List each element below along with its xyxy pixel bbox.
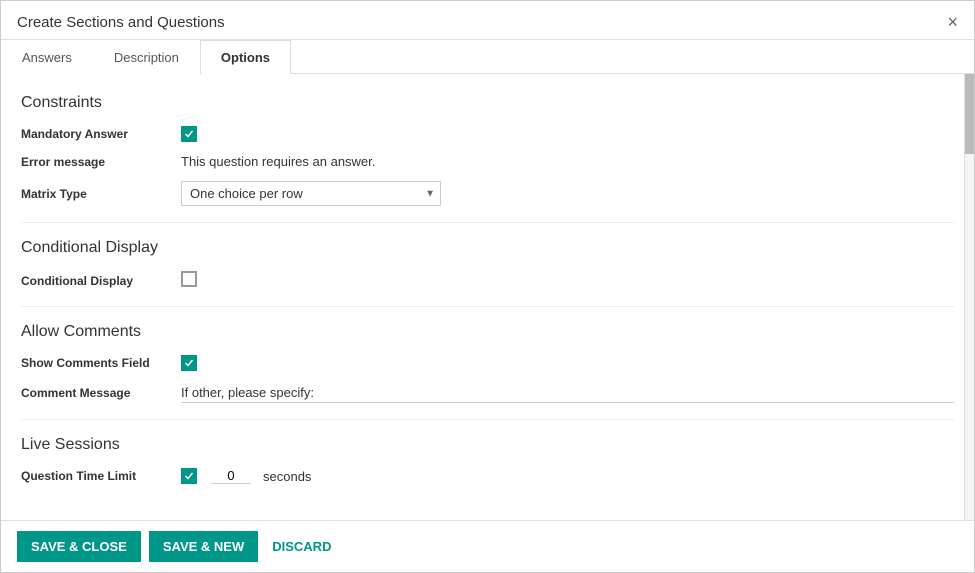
conditional-display-section: Conditional Display Conditional Display: [21, 239, 954, 290]
save-close-button[interactable]: SAVE & CLOSE: [17, 531, 141, 562]
comment-message-row: Comment Message: [21, 383, 954, 403]
comment-message-value: [181, 383, 954, 403]
matrix-type-row: Matrix Type One choice per row One choic…: [21, 181, 954, 206]
time-limit-checkbox[interactable]: [181, 468, 197, 484]
mandatory-answer-value: [181, 126, 954, 142]
conditional-display-row: Conditional Display: [21, 271, 954, 290]
save-new-button[interactable]: SAVE & NEW: [149, 531, 258, 562]
close-button[interactable]: ×: [947, 13, 958, 31]
tab-answers[interactable]: Answers: [1, 40, 93, 74]
conditional-display-label: Conditional Display: [21, 274, 181, 288]
matrix-type-value: One choice per row One choice per column…: [181, 181, 954, 206]
live-sessions-title: Live Sessions: [21, 436, 954, 454]
time-limit-label: Question Time Limit: [21, 469, 181, 483]
comment-message-label: Comment Message: [21, 386, 181, 400]
conditional-display-title: Conditional Display: [21, 239, 954, 257]
time-limit-input[interactable]: [211, 468, 251, 484]
allow-comments-title: Allow Comments: [21, 323, 954, 341]
time-limit-value: seconds: [181, 468, 954, 484]
discard-button[interactable]: DISCARD: [266, 531, 337, 562]
modal-footer: SAVE & CLOSE SAVE & NEW DISCARD: [1, 520, 974, 572]
scrollbar-thumb[interactable]: [965, 74, 974, 154]
show-comments-row: Show Comments Field: [21, 355, 954, 371]
seconds-label: seconds: [263, 469, 311, 484]
show-comments-checkbox[interactable]: [181, 355, 197, 371]
live-sessions-section: Live Sessions Question Time Limit second…: [21, 436, 954, 484]
mandatory-answer-row: Mandatory Answer: [21, 126, 954, 142]
modal-body: Constraints Mandatory Answer Error messa…: [1, 74, 974, 520]
modal-title: Create Sections and Questions: [17, 14, 225, 31]
create-sections-modal: Create Sections and Questions × Answers …: [0, 0, 975, 573]
error-message-label: Error message: [21, 155, 181, 169]
matrix-type-label: Matrix Type: [21, 187, 181, 201]
tab-options[interactable]: Options: [200, 40, 291, 74]
error-message-value: This question requires an answer.: [181, 154, 954, 169]
divider-3: [21, 419, 954, 420]
mandatory-answer-label: Mandatory Answer: [21, 127, 181, 141]
conditional-display-value: [181, 271, 954, 290]
time-limit-row: Question Time Limit seconds: [21, 468, 954, 484]
allow-comments-section: Allow Comments Show Comments Field Comme…: [21, 323, 954, 403]
conditional-display-checkbox[interactable]: [181, 271, 197, 287]
divider-1: [21, 222, 954, 223]
comment-message-input[interactable]: [181, 383, 954, 403]
scrollbar-track[interactable]: [964, 74, 974, 520]
error-message-row: Error message This question requires an …: [21, 154, 954, 169]
matrix-type-select[interactable]: One choice per row One choice per column…: [181, 181, 441, 206]
show-comments-value: [181, 355, 954, 371]
constraints-section: Constraints Mandatory Answer Error messa…: [21, 94, 954, 206]
mandatory-answer-checkbox[interactable]: [181, 126, 197, 142]
constraints-title: Constraints: [21, 94, 954, 112]
tab-description[interactable]: Description: [93, 40, 200, 74]
matrix-type-select-wrapper: One choice per row One choice per column…: [181, 181, 441, 206]
show-comments-label: Show Comments Field: [21, 356, 181, 370]
tabs-bar: Answers Description Options: [1, 40, 974, 74]
divider-2: [21, 306, 954, 307]
modal-header: Create Sections and Questions ×: [1, 1, 974, 40]
